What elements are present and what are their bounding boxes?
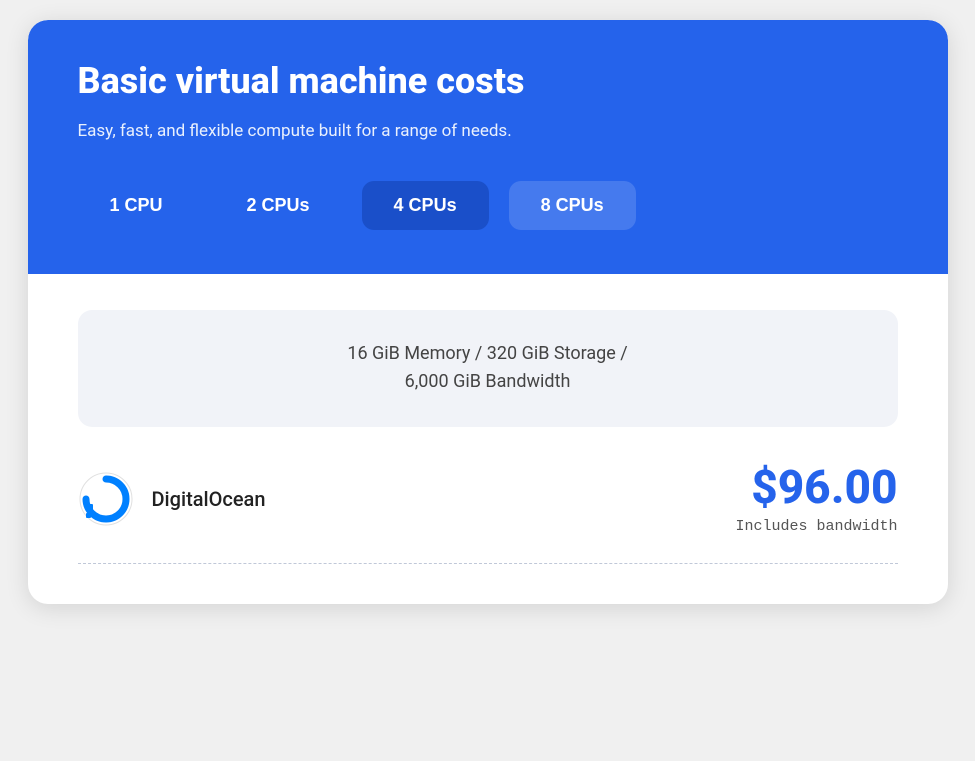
body-section: 16 GiB Memory / 320 GiB Storage / 6,000 …	[28, 274, 948, 604]
specs-line2: 6,000 GiB Bandwidth	[405, 371, 571, 392]
cpu-tab-1[interactable]: 1 CPU	[78, 181, 195, 230]
price-note: Includes bandwidth	[735, 518, 897, 535]
page-title: Basic virtual machine costs	[78, 60, 898, 103]
provider-pricing: $96.00 Includes bandwidth	[735, 463, 897, 535]
provider-name: DigitalOcean	[152, 487, 266, 511]
provider-row: DigitalOcean $96.00 Includes bandwidth	[78, 463, 898, 564]
pricing-card: Basic virtual machine costs Easy, fast, …	[28, 20, 948, 604]
cpu-tab-8[interactable]: 8 CPUs	[509, 181, 636, 230]
specs-text: 16 GiB Memory / 320 GiB Storage / 6,000 …	[98, 340, 878, 398]
header-section: Basic virtual machine costs Easy, fast, …	[28, 20, 948, 274]
price-display: $96.00	[735, 463, 897, 514]
specs-line1: 16 GiB Memory / 320 GiB Storage /	[347, 343, 627, 364]
cpu-tab-4[interactable]: 4 CPUs	[362, 181, 489, 230]
digitalocean-logo	[78, 471, 134, 527]
cpu-tab-2[interactable]: 2 CPUs	[215, 181, 342, 230]
cpu-tab-group: 1 CPU 2 CPUs 4 CPUs 8 CPUs	[78, 181, 898, 230]
specs-box: 16 GiB Memory / 320 GiB Storage / 6,000 …	[78, 310, 898, 428]
page-subtitle: Easy, fast, and flexible compute built f…	[78, 119, 898, 145]
provider-info: DigitalOcean	[78, 471, 266, 527]
